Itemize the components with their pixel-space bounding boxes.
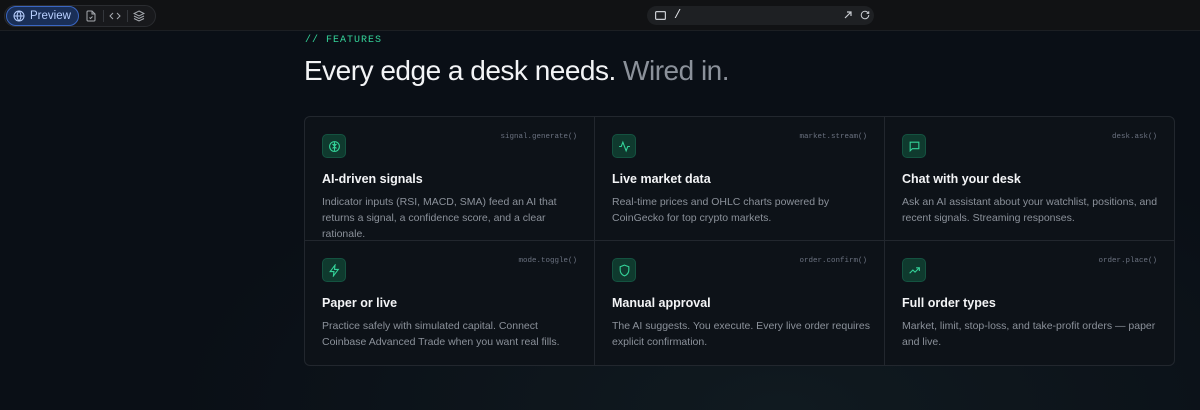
feature-icon-box xyxy=(612,258,636,282)
feature-card-paper-live: mode.toggle() Paper or live Practice saf… xyxy=(305,241,595,365)
code-button[interactable] xyxy=(102,6,127,26)
feature-description: Ask an AI assistant about your watchlist… xyxy=(902,196,1158,224)
features-grid: signal.generate() AI-driven signals Indi… xyxy=(304,116,1175,366)
feature-title: Chat with your desk xyxy=(902,172,1021,186)
brain-icon xyxy=(328,140,340,152)
url-path: / xyxy=(674,8,682,22)
reload-icon[interactable] xyxy=(860,10,870,20)
features-section: // FEATURES Every edge a desk needs. Wir… xyxy=(0,31,1200,410)
activity-icon xyxy=(618,140,630,152)
layers-button[interactable] xyxy=(126,6,151,26)
headline-main: Every edge a desk needs. xyxy=(304,55,616,86)
shield-icon xyxy=(619,264,629,277)
feature-card-ai-signals: signal.generate() AI-driven signals Indi… xyxy=(305,117,595,241)
feature-title: AI-driven signals xyxy=(322,172,423,186)
feature-title: Manual approval xyxy=(612,296,711,310)
file-icon xyxy=(86,10,96,22)
feature-description: Practice safely with simulated capital. … xyxy=(322,320,560,348)
feature-code-label: order.confirm() xyxy=(799,257,867,265)
feature-description: Indicator inputs (RSI, MACD, SMA) feed a… xyxy=(322,196,557,240)
headline-muted: Wired in. xyxy=(615,55,730,86)
feature-title: Full order types xyxy=(902,296,996,310)
url-bar[interactable]: / xyxy=(647,6,874,25)
feature-icon-box xyxy=(902,134,926,158)
section-eyebrow: // FEATURES xyxy=(305,35,383,46)
feature-card-market-data: market.stream() Live market data Real-ti… xyxy=(595,117,885,241)
feature-description: The AI suggests. You execute. Every live… xyxy=(612,320,870,348)
feature-card-order-types: order.place() Full order types Market, l… xyxy=(885,241,1174,365)
file-button[interactable] xyxy=(79,6,103,26)
feature-description: Market, limit, stop-loss, and take-profi… xyxy=(902,320,1156,348)
open-external-icon[interactable] xyxy=(843,10,853,20)
feature-card-chat: desk.ask() Chat with your desk Ask an AI… xyxy=(885,117,1174,241)
feature-code-label: signal.generate() xyxy=(500,133,577,141)
section-headline: Every edge a desk needs. Wired in. xyxy=(304,55,730,87)
feature-icon-box xyxy=(902,258,926,282)
bolt-icon xyxy=(328,263,339,277)
toolbar-divider xyxy=(102,10,104,22)
feature-code-label: desk.ask() xyxy=(1111,133,1157,141)
page-icon xyxy=(655,11,666,20)
feature-icon-box xyxy=(322,258,346,282)
feature-title: Paper or live xyxy=(322,296,398,310)
feature-code-label: mode.toggle() xyxy=(518,257,577,265)
feature-code-label: order.place() xyxy=(1098,257,1157,265)
globe-icon xyxy=(13,10,25,22)
code-icon xyxy=(109,12,121,20)
preview-label: Preview xyxy=(30,10,71,22)
feature-card-manual-approval: order.confirm() Manual approval The AI s… xyxy=(595,241,885,365)
preview-button[interactable]: Preview xyxy=(6,6,79,26)
browser-toolbar: Preview / xyxy=(0,0,1200,31)
layers-icon xyxy=(132,10,145,22)
view-mode-group: Preview xyxy=(4,5,156,27)
feature-description: Real-time prices and OHLC charts powered… xyxy=(612,196,830,224)
feature-icon-box xyxy=(612,134,636,158)
trend-up-icon xyxy=(908,266,920,274)
feature-title: Live market data xyxy=(612,172,711,186)
feature-code-label: market.stream() xyxy=(799,133,867,141)
chat-icon xyxy=(909,141,919,152)
toolbar-divider xyxy=(126,10,128,22)
feature-icon-box xyxy=(322,134,346,158)
